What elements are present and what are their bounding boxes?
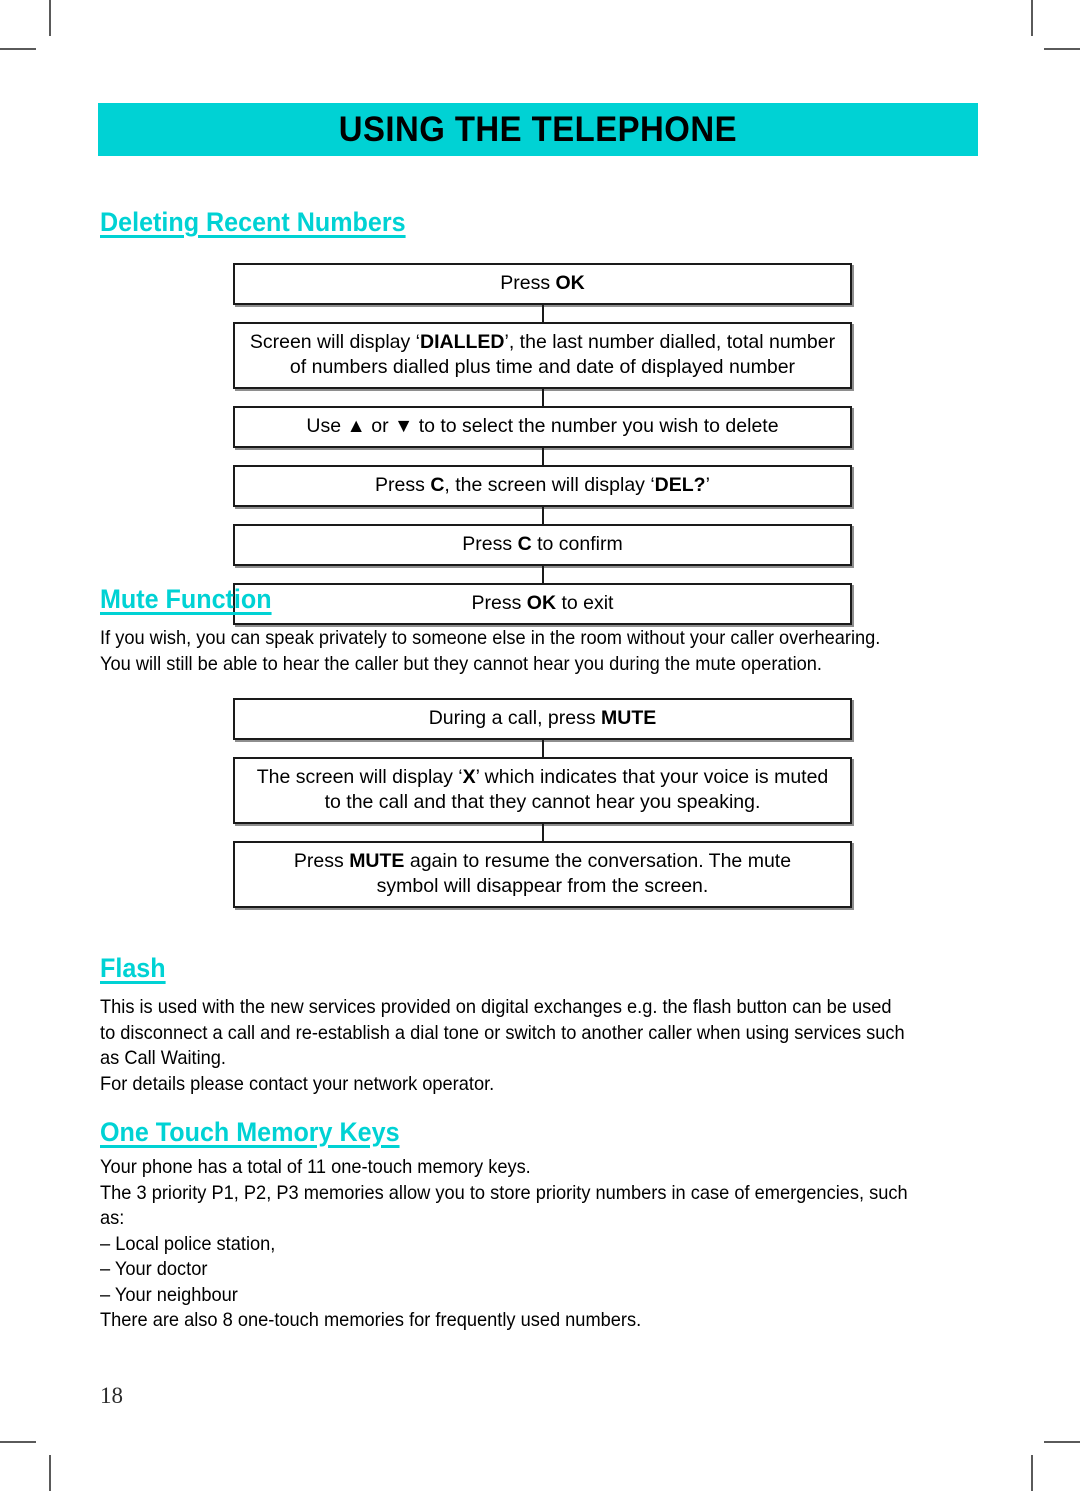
emphasis-text: DEL? <box>654 474 706 496</box>
paragraph-line: Your phone has a total of 11 one-touch m… <box>100 1156 531 1178</box>
flowchart-step-box: Screen will display ‘DIALLED’, the last … <box>233 322 852 389</box>
flowchart-step-line: of numbers dialled plus time and date of… <box>245 355 840 380</box>
flowchart-step-line: Press C to confirm <box>245 532 840 557</box>
section-heading-flash: Flash <box>100 953 166 983</box>
flowchart-step-box: Use ▲ or ▼ to to select the number you w… <box>233 406 852 448</box>
paragraph-line: – Your doctor <box>100 1258 208 1280</box>
paragraph-line: The 3 priority P1, P2, P3 memories allow… <box>100 1181 908 1204</box>
plain-text: Use ▲ or ▼ to to select the number you w… <box>306 415 779 437</box>
flowchart-step-box: Press OK to exit <box>233 583 852 625</box>
flowchart-step-box: Press C to confirm <box>233 524 852 566</box>
crop-mark-top-left-vertical <box>49 0 51 36</box>
flowchart-step-line: Press OK to exit <box>245 591 840 616</box>
emphasis-text: MUTE <box>601 707 657 729</box>
paragraph-line: You will still be able to hear the calle… <box>100 652 822 675</box>
paragraph-line: as Call Waiting. <box>100 1047 226 1069</box>
paragraph-line: – Local police station, <box>100 1232 276 1255</box>
emphasis-text: DIALLED <box>420 331 505 353</box>
section-heading-one-touch-memory-keys: One Touch Memory Keys <box>100 1117 400 1147</box>
page-content: USING THE TELEPHONE Deleting Recent Numb… <box>98 0 982 1491</box>
chapter-title: USING THE TELEPHONE <box>338 109 738 149</box>
crop-mark-top-right-horizontal <box>1044 48 1080 50</box>
crop-mark-bottom-left-horizontal <box>0 1441 36 1443</box>
flowchart-step-line: The screen will display ‘X’ which indica… <box>245 765 840 790</box>
plain-text: again to resume the conversation. The mu… <box>404 850 792 872</box>
flowchart-connector <box>233 566 852 583</box>
crop-mark-top-left-horizontal <box>0 48 36 50</box>
flowchart-step-line: symbol will disappear from the screen. <box>245 874 840 899</box>
paragraph-line: For details please contact your network … <box>100 1072 495 1095</box>
paragraph-line: – Your neighbour <box>100 1283 238 1306</box>
section-heading-mute-function: Mute Function <box>100 584 272 614</box>
flowchart-step-line: Screen will display ‘DIALLED’, the last … <box>245 330 840 355</box>
emphasis-text: OK <box>555 272 585 294</box>
plain-text: During a call, press <box>428 707 602 729</box>
crop-mark-bottom-left-vertical <box>49 1455 51 1491</box>
paragraph-line: as: <box>100 1207 125 1229</box>
plain-text: Press <box>462 533 518 555</box>
emphasis-text: C <box>430 474 445 496</box>
paragraph-line: to disconnect a call and re-establish a … <box>100 1021 905 1044</box>
flowchart-step-box: During a call, press MUTE <box>233 698 852 740</box>
paragraph-line: This is used with the new services provi… <box>100 996 892 1018</box>
emphasis-text: MUTE <box>349 850 405 872</box>
plain-text: Press <box>293 850 350 872</box>
flowchart-step-box: Press MUTE again to resume the conversat… <box>233 841 852 908</box>
flowchart-step-box: Press OK <box>233 263 852 305</box>
flowchart-step-line: Use ▲ or ▼ to to select the number you w… <box>245 414 840 439</box>
plain-text: Press <box>471 592 527 614</box>
flowchart-connector <box>233 507 852 524</box>
paragraph-one-touch-memory-keys: Your phone has a total of 11 one-touch m… <box>100 1155 932 1334</box>
plain-text: Press <box>500 272 556 294</box>
plain-text: Screen will display ‘ <box>249 331 421 353</box>
section-heading-deleting-recent-numbers: Deleting Recent Numbers <box>100 207 406 237</box>
flowchart-step-line: During a call, press MUTE <box>245 706 840 731</box>
flowchart-connector <box>233 448 852 465</box>
flowchart-connector <box>233 824 852 841</box>
flowchart-connector <box>233 305 852 322</box>
plain-text: ’ <box>705 474 710 496</box>
plain-text: Press <box>375 474 431 496</box>
flowchart-connector <box>233 740 852 757</box>
flowchart-step-line: Press OK <box>245 271 840 296</box>
plain-text: symbol will disappear from the screen. <box>376 875 709 897</box>
plain-text: ’ which indicates that your voice is mut… <box>475 766 829 788</box>
emphasis-text: X <box>462 766 476 788</box>
plain-text: to confirm <box>531 533 623 555</box>
flowchart-step-line: Press C, the screen will display ‘DEL?’ <box>245 473 840 498</box>
flowchart-step-line: Press MUTE again to resume the conversat… <box>245 849 840 874</box>
plain-text: , the screen will display ‘ <box>444 474 655 496</box>
crop-mark-bottom-right-vertical <box>1031 1455 1033 1491</box>
plain-text: to exit <box>556 592 614 614</box>
chapter-banner: USING THE TELEPHONE <box>98 103 978 156</box>
paragraph-flash: This is used with the new services provi… <box>100 995 932 1097</box>
crop-mark-bottom-right-horizontal <box>1044 1441 1080 1443</box>
crop-mark-top-right-vertical <box>1031 0 1033 36</box>
paragraph-mute-function: If you wish, you can speak privately to … <box>100 626 932 677</box>
flowchart-deleting-recent-numbers: Press OK Screen will display ‘DIALLED’, t… <box>233 263 852 625</box>
flowchart-mute-function: During a call, press MUTE The screen will… <box>233 698 852 908</box>
plain-text: The screen will display ‘ <box>256 766 463 788</box>
flowchart-step-box: Press C, the screen will display ‘DEL?’ <box>233 465 852 507</box>
plain-text: of numbers dialled plus time and date of… <box>289 356 796 378</box>
page-number: 18 <box>100 1383 123 1408</box>
paragraph-line: There are also 8 one-touch memories for … <box>100 1309 642 1331</box>
paragraph-line: If you wish, you can speak privately to … <box>100 627 881 649</box>
emphasis-text: OK <box>526 592 557 614</box>
plain-text: to the call and that they cannot hear yo… <box>324 791 761 813</box>
plain-text: ’, the last number dialled, total number <box>504 331 836 353</box>
flowchart-step-box: The screen will display ‘X’ which indica… <box>233 757 852 824</box>
emphasis-text: C <box>517 533 532 555</box>
flowchart-step-line: to the call and that they cannot hear yo… <box>245 790 840 815</box>
flowchart-connector <box>233 389 852 406</box>
